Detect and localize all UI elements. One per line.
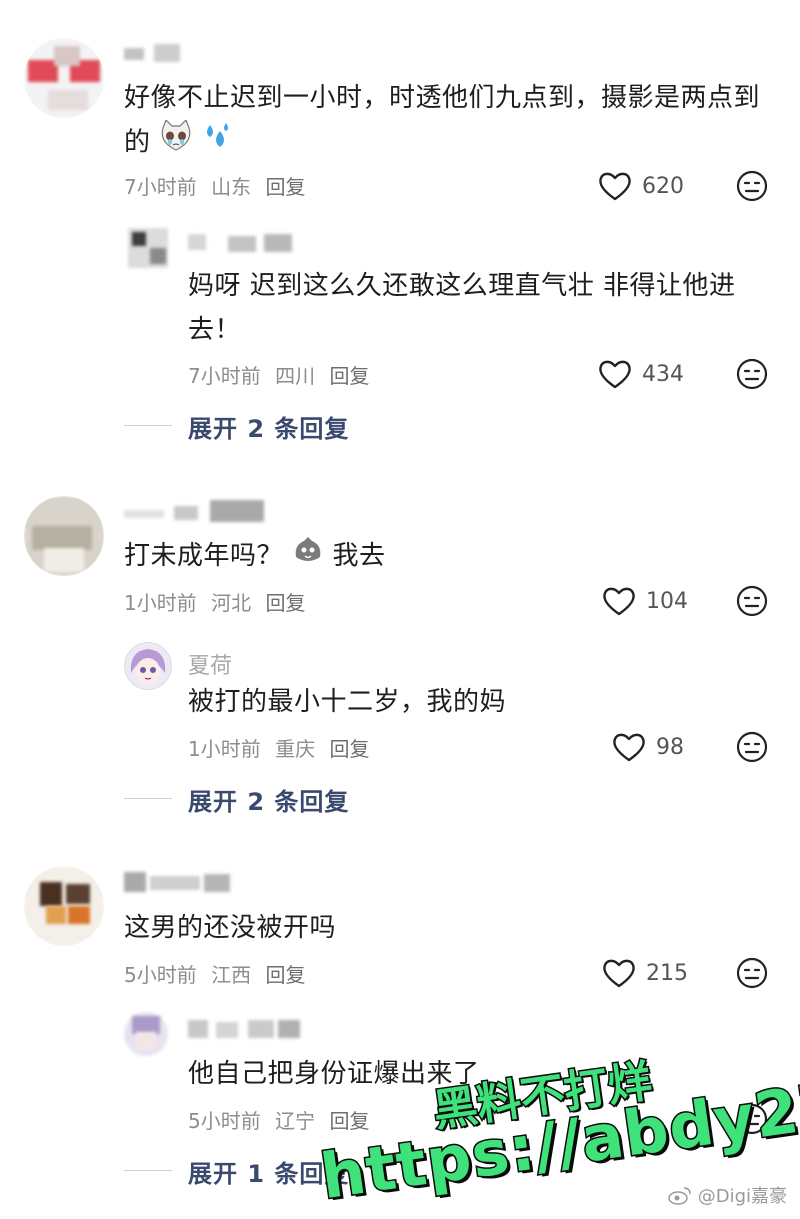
avatar[interactable] [128,228,168,268]
username-blurred[interactable] [188,232,298,254]
like-heart-icon[interactable] [602,957,636,989]
weibo-watermark: @Digi嘉豪 [668,1182,787,1210]
like-count: 434 [642,362,684,387]
username-blurred[interactable] [124,44,182,64]
comment-location: 辽宁 [275,1109,316,1133]
weibo-handle: @Digi嘉豪 [697,1186,788,1207]
username-blurred[interactable] [124,872,234,894]
reply-button[interactable]: 回复 [265,963,305,987]
sweat-drops-icon [202,121,232,165]
username-blurred[interactable] [124,500,274,524]
comment-time: 1小时前 [188,737,261,761]
comment-location: 山东 [211,175,252,199]
divider [124,1170,172,1171]
like-heart-icon[interactable] [602,585,636,617]
comment-time: 7小时前 [124,175,197,199]
avatar[interactable] [24,866,104,946]
like-heart-icon[interactable] [598,358,632,390]
username-blurred[interactable] [188,1018,308,1040]
dislike-face-icon[interactable] [736,731,768,763]
comment-text: 打未成年吗？ [124,541,284,571]
like-count: 215 [646,961,688,986]
like-count: 620 [642,174,684,199]
avatar[interactable] [124,642,172,690]
divider [124,798,172,799]
reply-button[interactable]: 回复 [329,364,369,388]
divider [124,425,172,426]
reply-button[interactable]: 回复 [329,737,369,761]
avatar[interactable] [24,496,104,576]
comment-time: 7小时前 [188,364,261,388]
dislike-face-icon[interactable] [736,585,768,617]
comment-text: 这男的还没被开吗 [124,913,337,943]
comment-text: 被打的最小十二岁，我的妈 [188,687,507,717]
crying-cat-icon [159,118,193,166]
avatar[interactable] [124,1012,168,1056]
username[interactable]: 夏荷 [188,648,232,680]
comment-time: 5小时前 [124,963,197,987]
like-count: 98 [656,735,684,760]
comment-text-cont: 我去 [332,541,386,571]
comment-text-cont: 的 [124,127,151,158]
anime-girl-avatar-icon [130,649,166,684]
comment-location: 河北 [211,591,252,615]
weibo-logo-icon [668,1185,692,1210]
like-heart-icon[interactable] [612,731,646,763]
dislike-face-icon[interactable] [736,170,768,202]
dislike-face-icon[interactable] [736,358,768,390]
reply-button[interactable]: 回复 [329,1109,369,1133]
dislike-face-icon[interactable] [736,957,768,989]
comment-location: 江西 [211,963,252,987]
reply-button[interactable]: 回复 [265,591,305,615]
expand-replies-button[interactable]: 展开 2 条回复 [188,409,349,444]
expand-replies-button[interactable]: 展开 2 条回复 [188,782,349,817]
comment-text: 妈呀 迟到这么久还敢这么理直气壮 非得让他进 [188,271,736,301]
comment-time: 5小时前 [188,1109,261,1133]
sticker-icon [292,535,324,579]
avatar[interactable] [24,38,104,118]
comment-location: 四川 [275,364,316,388]
like-heart-icon[interactable] [598,170,632,202]
like-count: 104 [646,589,688,614]
comment-time: 1小时前 [124,591,197,615]
comment-text-cont: 去！ [188,315,242,345]
reply-button[interactable]: 回复 [265,175,305,199]
comment-location: 重庆 [275,737,316,761]
comment-text: 好像不止迟到一小时，时透他们九点到，摄影是两点到 [124,83,761,113]
